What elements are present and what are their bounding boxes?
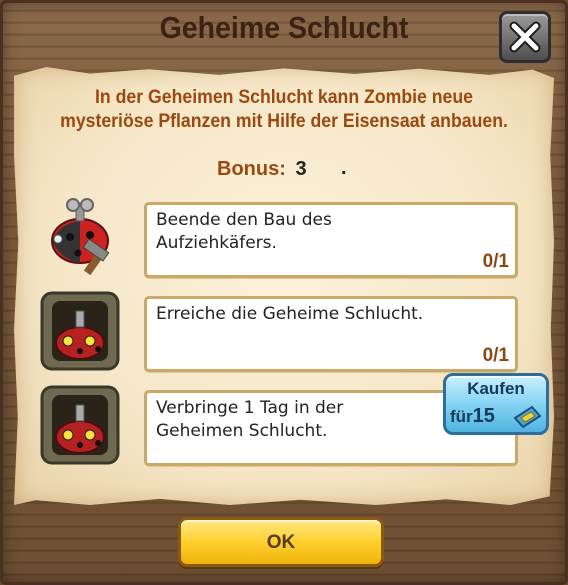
bonus-trailing: . [341,157,347,179]
task-text: Verbringe 1 Tag in der Geheimen Schlucht… [156,398,344,441]
buy-price-prefix: für [450,407,473,426]
bonus-value: 3 [295,158,307,180]
dialog-title: Geheime Schlucht [159,10,409,45]
ladybug-cave-icon [40,291,120,371]
buy-button-label: Kaufen [467,379,525,398]
quest-description: In der Geheimen Schlucht kann Zombie neu… [60,87,508,132]
buy-price: für15 [450,405,495,428]
buy-button[interactable]: Kaufen für15 [443,373,549,435]
ticket-icon [513,405,542,429]
ok-button[interactable]: OK [178,517,384,567]
task-text: Erreiche die Geheime Schlucht. [156,304,424,324]
ok-button-label: OK [266,532,296,553]
task-item: Erreiche die Geheime Schlucht. 0/1 [144,296,518,372]
windup-ladybug-hammer-icon [40,197,120,277]
bonus-line: Bonus: 3 . [217,157,347,181]
buy-price-amount: 15 [472,405,495,427]
close-button[interactable] [499,11,551,63]
ladybug-cave-icon [40,385,120,465]
bonus-label: Bonus: [217,158,286,180]
task-item: Beende den Bau des Aufziehkäfers. 0/1 [144,202,518,278]
close-icon [509,21,541,53]
task-progress: 0/1 [482,251,509,272]
task-text: Beende den Bau des Aufziehkäfers. [156,210,332,253]
task-progress: 0/1 [482,345,509,366]
